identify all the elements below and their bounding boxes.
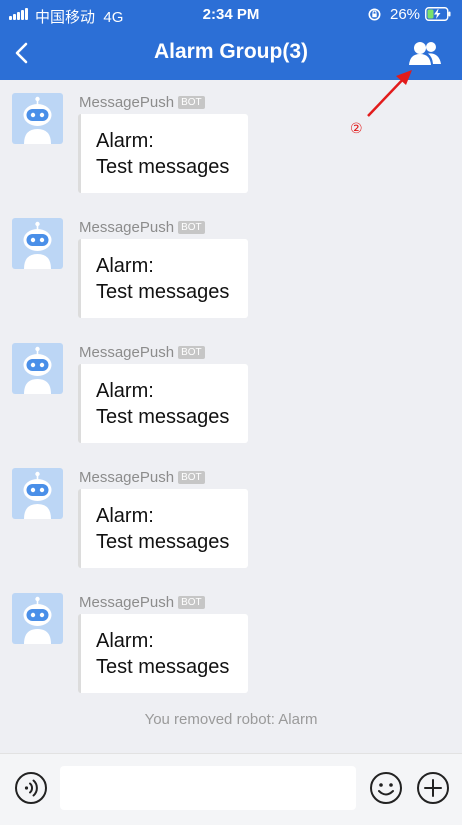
bot-badge: BOT [178,221,205,234]
message-item: MessagePush BOT Alarm: Test messages [0,586,462,696]
bot-badge: BOT [178,96,205,109]
voice-icon [15,772,47,804]
message-bubble[interactable]: Alarm: Test messages [78,614,248,693]
robot-icon [23,346,52,394]
message-bubble[interactable]: Alarm: Test messages [78,239,248,318]
robot-icon [23,96,52,144]
robot-icon [23,596,52,644]
message-line: Test messages [96,156,230,178]
message-item: MessagePush BOT Alarm: Test messages [0,86,462,196]
message-item: MessagePush BOT Alarm: Test messages [0,211,462,321]
message-item: MessagePush BOT Alarm: Test messages [0,336,462,446]
nav-bar: Alarm Group(3) [0,28,462,80]
message-line: Test messages [96,281,230,303]
message-line: Alarm: [96,630,154,652]
message-line: Test messages [96,406,230,428]
bot-badge: BOT [178,596,205,609]
message-line: Test messages [96,656,230,678]
group-members-button[interactable] [408,40,442,66]
bot-badge: BOT [178,471,205,484]
system-notice: You removed robot: Alarm [144,711,318,728]
status-bar: 中国移动 4G 2:34 PM 26% [0,0,462,28]
chat-title: Alarm Group(3) [153,40,308,63]
sender-name: MessagePush [79,219,175,236]
message-bubble[interactable]: Alarm: Test messages [78,114,248,193]
more-button[interactable] [416,771,450,805]
emoji-button[interactable] [369,771,403,805]
message-line: Test messages [96,531,230,553]
message-item: MessagePush BOT Alarm: Test messages [0,461,462,571]
voice-button[interactable] [14,771,48,805]
message-line: Alarm: [96,255,154,277]
bot-avatar[interactable] [12,343,63,394]
plus-icon [417,772,449,804]
group-members-icon [409,42,441,65]
bot-avatar[interactable] [12,593,63,644]
top-bar: 中国移动 4G 2:34 PM 26% Alarm Group(3) [0,0,462,80]
sender-name: MessagePush [79,469,175,486]
bot-avatar[interactable] [12,218,63,269]
composer-bar [0,753,462,825]
message-list[interactable]: MessagePush BOT Alarm: Test messages Mess… [0,80,462,753]
battery-charging-icon [425,7,451,21]
message-line: Alarm: [96,380,154,402]
sender-name: MessagePush [79,344,175,361]
emoji-icon [370,772,402,804]
message-input[interactable] [60,766,356,810]
robot-icon [23,471,52,519]
battery-percent: 26% [390,6,421,23]
message-bubble[interactable]: Alarm: Test messages [78,364,248,443]
bot-avatar[interactable] [12,93,63,144]
rotation-lock-icon [368,8,381,21]
bot-avatar[interactable] [12,468,63,519]
message-line: Alarm: [96,505,154,527]
sender-name: MessagePush [79,94,175,111]
message-bubble[interactable]: Alarm: Test messages [78,489,248,568]
message-line: Alarm: [96,130,154,152]
robot-icon [23,221,52,269]
bot-badge: BOT [178,346,205,359]
sender-name: MessagePush [79,594,175,611]
